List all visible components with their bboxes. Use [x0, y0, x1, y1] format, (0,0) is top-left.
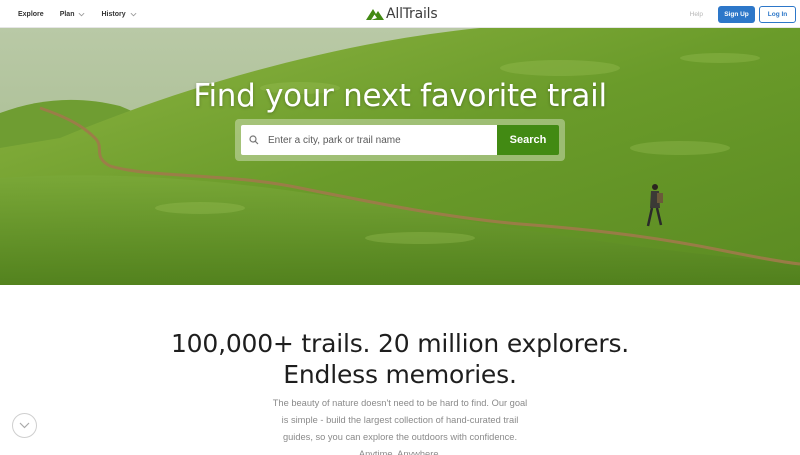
chevron-down-icon	[130, 12, 137, 16]
alltrails-logo[interactable]: AllTrails	[366, 5, 438, 23]
search-icon	[249, 135, 259, 145]
log-in-button[interactable]: Log In	[759, 5, 796, 23]
scroll-down-icon	[19, 422, 30, 429]
hero-section: Find your next favorite trail Search	[0, 28, 800, 285]
chevron-down-icon	[79, 12, 85, 16]
mission-description: The beauty of nature doesn't need to be …	[272, 398, 528, 455]
top-navigation: Explore Plan History AllTrails Help Sign…	[0, 0, 800, 28]
sign-up-button[interactable]: Sign Up	[718, 5, 755, 23]
main-headline: 100,000+ trails. 20 million explorers. E…	[0, 328, 800, 390]
nav-plan[interactable]: Plan	[60, 11, 86, 18]
headline-line-2: Endless memories.	[283, 360, 517, 389]
nav-history[interactable]: History	[101, 10, 137, 18]
logo-text: AllTrails	[386, 6, 438, 22]
hero-title: Find your next favorite trail	[193, 78, 607, 114]
search-button[interactable]: Search	[497, 125, 559, 155]
scroll-down-button[interactable]	[12, 413, 37, 438]
nav-actions: Help Sign Up Log In	[690, 0, 796, 28]
nav-plan-label: Plan	[59, 10, 75, 18]
headline-line-1: 100,000+ trails. 20 million explorers.	[170, 329, 630, 358]
search-field-container[interactable]	[241, 125, 497, 155]
search-input[interactable]	[268, 134, 488, 146]
nav-menu: Explore Plan History	[18, 0, 153, 28]
nav-explore-label: Explore	[18, 10, 44, 18]
help-link[interactable]: Help	[690, 11, 703, 18]
nav-explore[interactable]: Explore	[18, 11, 44, 18]
alltrails-mountain-icon	[366, 9, 384, 20]
nav-history-label: History	[101, 10, 126, 18]
